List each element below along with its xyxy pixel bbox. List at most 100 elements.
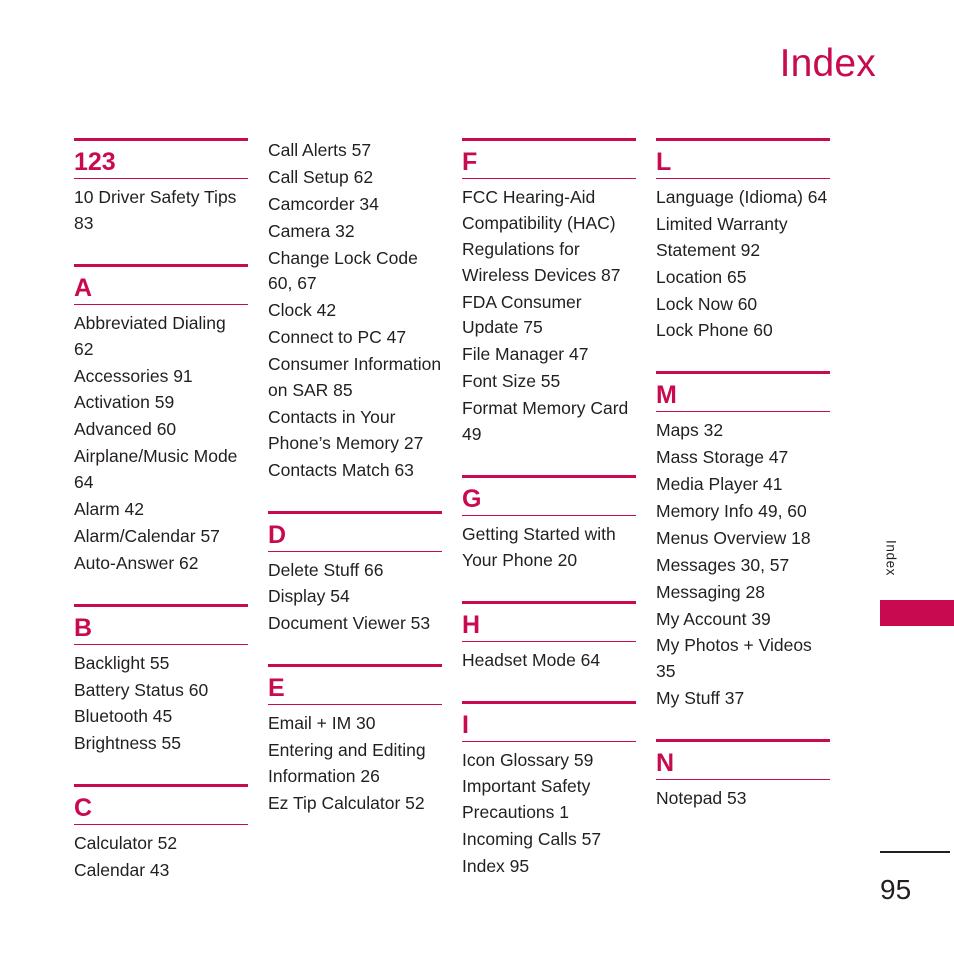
index-entry[interactable]: Alarm/Calendar 57: [74, 524, 248, 551]
section-letter: M: [656, 381, 677, 410]
index-entry[interactable]: Media Player 41: [656, 472, 830, 499]
index-entry-list: Icon Glossary 59 Important Safety Precaut…: [462, 748, 636, 881]
index-entry[interactable]: Format Memory Card 49: [462, 396, 636, 449]
index-entry[interactable]: Ez Tip Calculator 52: [268, 791, 442, 818]
section-rule-bottom: [74, 643, 248, 645]
index-entry-list: Call Alerts 57 Call Setup 62 Camcorder 34 C…: [268, 138, 442, 485]
section-letter: N: [656, 749, 675, 778]
index-entry[interactable]: Display 54: [268, 584, 442, 611]
index-entry[interactable]: Menus Overview 18: [656, 526, 830, 553]
index-section: A Abbreviated Dialing 62 Accessories 91 Act…: [74, 263, 248, 578]
section-rule-bottom: [268, 550, 442, 552]
index-entry[interactable]: Maps 32: [656, 418, 830, 445]
index-entry[interactable]: Location 65: [656, 265, 830, 292]
index-section: I Icon Glossary 59 Important Safety Precau…: [462, 700, 636, 881]
index-entry[interactable]: Language (Idioma) 64: [656, 185, 830, 212]
index-entry[interactable]: Headset Mode 64: [462, 648, 636, 675]
index-entry-list: Calculator 52 Calendar 43: [74, 831, 248, 885]
index-entry[interactable]: Brightness 55: [74, 731, 248, 758]
index-entry-list: Abbreviated Dialing 62 Accessories 91 Acti…: [74, 311, 248, 578]
index-entry[interactable]: Advanced 60: [74, 417, 248, 444]
index-entry[interactable]: Icon Glossary 59: [462, 748, 636, 775]
side-tab-marker: [880, 600, 954, 626]
index-entry[interactable]: Document Viewer 53: [268, 611, 442, 638]
index-entry[interactable]: Contacts Match 63: [268, 458, 442, 485]
index-section: N Notepad 53: [656, 739, 830, 813]
index-entry-list: Notepad 53: [656, 786, 830, 813]
index-entry[interactable]: Consumer Information on SAR 85: [268, 352, 442, 405]
index-entry[interactable]: Alarm 42: [74, 497, 248, 524]
index-entry[interactable]: Backlight 55: [74, 651, 248, 678]
index-entry[interactable]: Mass Storage 47: [656, 445, 830, 472]
index-entry[interactable]: Incoming Calls 57: [462, 827, 636, 854]
index-section: L Language (Idioma) 64 Limited Warranty St…: [656, 138, 830, 345]
index-entry[interactable]: Accessories 91: [74, 364, 248, 391]
index-entry[interactable]: Font Size 55: [462, 369, 636, 396]
index-entry[interactable]: Getting Started with Your Phone 20: [462, 522, 636, 575]
index-entry[interactable]: Limited Warranty Statement 92: [656, 212, 830, 265]
index-column-3: F FCC Hearing-Aid Compatibility (HAC) Reg…: [462, 138, 636, 881]
index-section: 123 10 Driver Safety Tips 83: [74, 138, 248, 238]
index-entry[interactable]: Call Alerts 57: [268, 138, 442, 165]
index-entry[interactable]: Abbreviated Dialing 62: [74, 311, 248, 364]
section-letter: L: [656, 148, 672, 176]
index-entry-list: FCC Hearing-Aid Compatibility (HAC) Regu…: [462, 185, 636, 449]
index-entry[interactable]: Battery Status 60: [74, 678, 248, 705]
index-entry[interactable]: Lock Now 60: [656, 292, 830, 319]
index-entry-list: 10 Driver Safety Tips 83: [74, 185, 248, 238]
index-entry[interactable]: FCC Hearing-Aid Compatibility (HAC) Regu…: [462, 185, 636, 290]
index-entry[interactable]: My Photos + Videos 35: [656, 633, 830, 686]
index-entry[interactable]: Change Lock Code 60, 67: [268, 246, 442, 299]
index-column-1: 123 10 Driver Safety Tips 83 A Abbreviated …: [74, 138, 248, 885]
index-entry[interactable]: Auto-Answer 62: [74, 551, 248, 578]
section-letter: I: [462, 710, 469, 739]
section-rule-bottom: [74, 824, 248, 826]
section-letter: F: [462, 148, 478, 176]
index-entry[interactable]: Airplane/Music Mode 64: [74, 444, 248, 497]
index-entry[interactable]: Notepad 53: [656, 786, 830, 813]
index-section: Call Alerts 57 Call Setup 62 Camcorder 34 C…: [268, 138, 442, 485]
index-entry[interactable]: Calculator 52: [74, 831, 248, 858]
index-entry[interactable]: Entering and Editing Information 26: [268, 738, 442, 791]
section-rule-bottom: [462, 740, 636, 742]
index-entry[interactable]: Lock Phone 60: [656, 318, 830, 345]
index-entry-list: Email + IM 30 Entering and Editing Inform…: [268, 711, 442, 818]
index-entry[interactable]: Contacts in Your Phone’s Memory 27: [268, 405, 442, 458]
section-letter: H: [462, 610, 481, 639]
index-entry[interactable]: Connect to PC 47: [268, 325, 442, 352]
index-section: C Calculator 52 Calendar 43: [74, 784, 248, 885]
page-number: 95: [880, 874, 912, 905]
index-entry[interactable]: Index 95: [462, 854, 636, 881]
index-entry[interactable]: Clock 42: [268, 298, 442, 325]
index-entry[interactable]: Bluetooth 45: [74, 704, 248, 731]
index-entry[interactable]: Memory Info 49, 60: [656, 499, 830, 526]
index-entry[interactable]: Email + IM 30: [268, 711, 442, 738]
index-entry[interactable]: Activation 59: [74, 390, 248, 417]
index-entry[interactable]: FDA Consumer Update 75: [462, 290, 636, 343]
index-section: M Maps 32 Mass Storage 47 Media Player 41 Me…: [656, 371, 830, 713]
index-entry[interactable]: Important Safety Precautions 1: [462, 774, 636, 827]
section-letter: D: [268, 520, 287, 549]
index-entry[interactable]: Calendar 43: [74, 858, 248, 885]
index-entry[interactable]: Camcorder 34: [268, 192, 442, 219]
index-column-4: L Language (Idioma) 64 Limited Warranty St…: [656, 138, 830, 813]
section-rule-bottom: [656, 411, 830, 413]
index-entry[interactable]: My Stuff 37: [656, 686, 830, 713]
section-rule-bottom: [74, 303, 248, 305]
index-entry[interactable]: Messages 30, 57: [656, 553, 830, 580]
index-entry[interactable]: Delete Stuff 66: [268, 558, 442, 585]
index-entry[interactable]: 10 Driver Safety Tips 83: [74, 185, 248, 238]
section-rule-bottom: [656, 178, 830, 179]
section-letter: 123: [74, 148, 116, 176]
folio-rule: [880, 851, 950, 853]
index-entry[interactable]: Call Setup 62: [268, 165, 442, 192]
index-entry[interactable]: Camera 32: [268, 219, 442, 246]
index-entry[interactable]: My Account 39: [656, 607, 830, 634]
section-rule-bottom: [462, 514, 636, 516]
index-entry-list: Maps 32 Mass Storage 47 Media Player 41 Mem…: [656, 418, 830, 713]
index-section: E Email + IM 30 Entering and Editing Infor…: [268, 664, 442, 818]
index-entry-list: Delete Stuff 66 Display 54 Document Viewer…: [268, 558, 442, 639]
index-entry[interactable]: File Manager 47: [462, 342, 636, 369]
index-entry[interactable]: Messaging 28: [656, 580, 830, 607]
section-rule-bottom: [656, 779, 830, 781]
